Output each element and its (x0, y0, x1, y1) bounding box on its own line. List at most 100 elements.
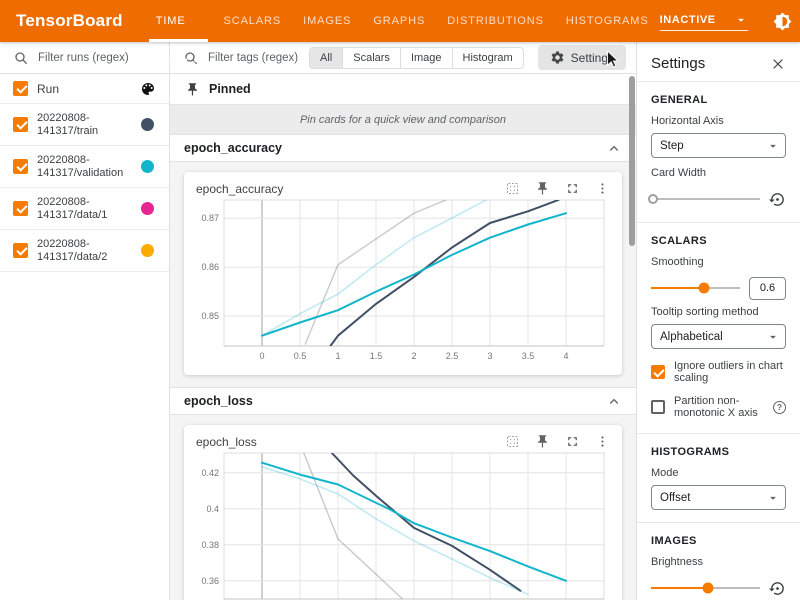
chart-svg: 0.360.380.40.4200.511.522.533.54 (184, 451, 622, 600)
run-color-dot[interactable] (141, 202, 154, 215)
fit-to-data-icon[interactable] (505, 181, 520, 196)
run-label: 20220808- (37, 112, 98, 125)
pin-icon[interactable] (535, 434, 550, 449)
run-color-dot[interactable] (141, 118, 154, 131)
run-checkbox[interactable] (13, 243, 28, 258)
svg-text:0.36: 0.36 (201, 576, 219, 586)
epoch-accuracy-chart[interactable]: 0.850.860.8700.511.522.533.54 (184, 198, 622, 375)
filter-scalars-button[interactable]: Scalars (342, 48, 400, 68)
run-list-header: Run (0, 74, 169, 104)
tooltip-sorting-select[interactable]: Alphabetical (651, 324, 786, 349)
tensorboard-app: TensorBoard TIME SERIES SCALARS IMAGES G… (0, 0, 800, 600)
chevron-down-icon (766, 491, 780, 505)
select-all-runs-checkbox[interactable] (13, 81, 28, 96)
tab-time-series[interactable]: TIME SERIES (145, 0, 213, 42)
cards-scroll-area: Pinned Pin cards for a quick view and co… (170, 74, 636, 600)
help-icon[interactable]: ? (773, 401, 786, 414)
card-width-slider[interactable] (651, 192, 760, 206)
chevron-up-icon[interactable] (606, 393, 622, 409)
run-list-item[interactable]: 20220808-141317/data/2 (0, 230, 169, 272)
run-label: 20220808- (37, 238, 107, 251)
run-label: 20220808- (37, 154, 123, 167)
chevron-down-icon (766, 330, 780, 344)
run-color-dot[interactable] (141, 160, 154, 173)
svg-text:1: 1 (335, 351, 340, 361)
run-label: 20220808- (37, 196, 107, 209)
brightness-icon[interactable] (773, 12, 792, 31)
status-value: INACTIVE (660, 14, 716, 26)
section-header-epoch-loss[interactable]: epoch_loss (170, 387, 636, 415)
smoothing-slider[interactable] (651, 281, 740, 295)
run-checkbox[interactable] (13, 201, 28, 216)
reset-icon[interactable] (769, 191, 786, 208)
tab-histograms[interactable]: HISTOGRAMS (555, 0, 660, 42)
filter-histogram-button[interactable]: Histogram (452, 48, 523, 68)
run-list-item[interactable]: 20220808-141317/train (0, 104, 169, 146)
brightness-slider[interactable] (651, 581, 760, 595)
more-options-icon[interactable] (595, 181, 610, 196)
tag-type-filter-group: All Scalars Image Histogram (309, 47, 524, 69)
close-icon[interactable] (770, 56, 786, 72)
run-checkbox[interactable] (13, 159, 28, 174)
partition-x-axis-checkbox[interactable]: Partition non-monotonic X axis ? (651, 395, 786, 419)
more-options-icon[interactable] (595, 434, 610, 449)
tag-toolbar: All Scalars Image Histogram Settings (170, 42, 636, 74)
svg-text:0.38: 0.38 (201, 540, 219, 550)
tab-scalars[interactable]: SCALARS (212, 0, 292, 42)
svg-text:0: 0 (259, 351, 264, 361)
reset-icon[interactable] (769, 580, 786, 597)
fit-to-data-icon[interactable] (505, 434, 520, 449)
run-checkbox[interactable] (13, 117, 28, 132)
filter-image-button[interactable]: Image (400, 48, 452, 68)
filter-all-button[interactable]: All (310, 48, 342, 68)
scalar-card-epoch-accuracy: epoch_accuracy 0.850.860.8700.511.522.53… (184, 172, 622, 375)
fullscreen-icon[interactable] (565, 434, 580, 449)
search-icon (13, 50, 29, 66)
run-list-item[interactable]: 20220808-141317/validation (0, 146, 169, 188)
svg-text:0.87: 0.87 (201, 213, 219, 223)
svg-text:1.5: 1.5 (370, 351, 383, 361)
card-title: epoch_accuracy (196, 182, 283, 196)
settings-section-general: GENERAL Horizontal Axis Step Card Width (637, 82, 800, 222)
section-header-epoch-accuracy[interactable]: epoch_accuracy (170, 134, 636, 162)
svg-text:0.85: 0.85 (201, 311, 219, 321)
epoch-loss-chart[interactable]: 0.360.380.40.4200.511.522.533.54 (184, 451, 622, 600)
runs-sidebar: Run 20220808-141317/train 20220808-14131… (0, 42, 170, 600)
svg-text:2: 2 (411, 351, 416, 361)
slider-thumb[interactable] (699, 283, 710, 294)
slider-thumb[interactable] (648, 194, 658, 204)
svg-text:0.86: 0.86 (201, 262, 219, 272)
horizontal-axis-select[interactable]: Step (651, 133, 786, 158)
tab-images[interactable]: IMAGES (292, 0, 362, 42)
fullscreen-icon[interactable] (565, 181, 580, 196)
card-title: epoch_loss (196, 435, 257, 449)
pinned-section-header: Pinned (170, 74, 636, 104)
svg-text:2.5: 2.5 (446, 351, 459, 361)
slider-thumb[interactable] (702, 583, 713, 594)
settings-section-images: IMAGES Brightness Contrast (637, 523, 800, 600)
chevron-down-icon (766, 139, 780, 153)
histogram-mode-select[interactable]: Offset (651, 485, 786, 510)
run-filter-input[interactable] (38, 52, 161, 64)
run-list-item[interactable]: 20220808-141317/data/1 (0, 188, 169, 230)
gear-icon (550, 50, 565, 65)
reload-status-select[interactable]: INACTIVE (660, 11, 748, 31)
scrollbar-thumb[interactable] (629, 76, 635, 246)
settings-button[interactable]: Settings (538, 45, 626, 70)
smoothing-value-input[interactable] (749, 277, 786, 300)
palette-icon[interactable] (140, 81, 156, 97)
settings-section-scalars: SCALARS Smoothing Tooltip sorting method… (637, 223, 800, 433)
chevron-up-icon[interactable] (606, 140, 622, 156)
tab-distributions[interactable]: DISTRIBUTIONS (436, 0, 555, 42)
pinned-label: Pinned (209, 82, 251, 96)
nav-tabs: TIME SERIES SCALARS IMAGES GRAPHS DISTRI… (145, 0, 660, 42)
tab-graphs[interactable]: GRAPHS (362, 0, 436, 42)
settings-section-histograms: HISTOGRAMS Mode Offset (637, 434, 800, 522)
pin-icon[interactable] (535, 181, 550, 196)
chevron-down-icon (734, 13, 748, 27)
tag-filter-input[interactable] (208, 52, 309, 64)
ignore-outliers-checkbox[interactable]: Ignore outliers in chart scaling (651, 360, 786, 384)
svg-text:3.5: 3.5 (522, 351, 535, 361)
app-logo: TensorBoard (0, 11, 145, 31)
run-color-dot[interactable] (141, 244, 154, 257)
